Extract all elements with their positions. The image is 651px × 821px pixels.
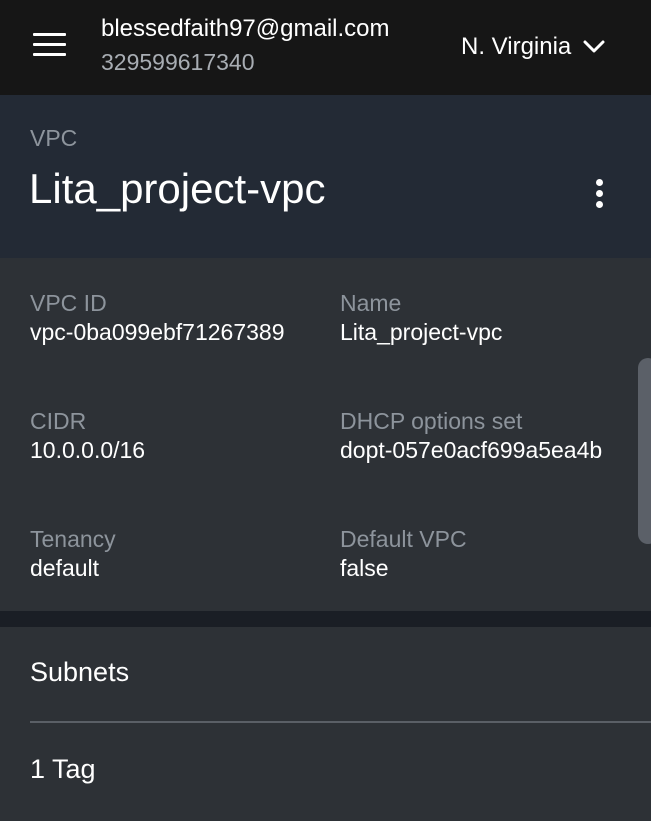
details-panel: VPC ID vpc-0ba099ebf71267389 Name Lita_p… — [0, 258, 651, 611]
dhcp-options-label: DHCP options set — [340, 408, 523, 434]
vpc-id-label: VPC ID — [30, 290, 107, 316]
more-options-icon[interactable] — [590, 177, 610, 211]
tenancy-field: Tenancy default — [30, 524, 315, 583]
tenancy-value: default — [30, 555, 100, 581]
default-vpc-value: false — [340, 555, 389, 581]
tags-section[interactable]: 1 Tag — [30, 754, 96, 785]
account-email: blessedfaith97@gmail.com — [101, 15, 390, 42]
dhcp-options-field: DHCP options set dopt-057e0acf699a5ea4b — [340, 406, 625, 465]
name-label: Name — [340, 290, 402, 316]
section-gap — [0, 611, 651, 627]
default-vpc-field: Default VPC false — [340, 524, 625, 583]
cidr-label: CIDR — [30, 408, 87, 434]
name-field: Name Lita_project-vpc — [340, 288, 625, 347]
account-id: 329599617340 — [101, 49, 255, 75]
vpc-id-field: VPC ID vpc-0ba099ebf71267389 — [30, 288, 315, 347]
top-bar: blessedfaith97@gmail.com 329599617340 N.… — [0, 0, 651, 95]
divider — [30, 721, 651, 723]
resource-type: VPC — [30, 125, 78, 151]
region-selector[interactable]: N. Virginia — [461, 32, 605, 62]
name-value: Lita_project-vpc — [340, 319, 503, 345]
hamburger-menu-icon[interactable] — [30, 30, 70, 60]
cidr-field: CIDR 10.0.0.0/16 — [30, 406, 315, 465]
resource-header: VPC Lita_project-vpc — [0, 95, 651, 258]
tenancy-label: Tenancy — [30, 526, 116, 552]
subnets-section[interactable]: Subnets — [30, 657, 129, 688]
cidr-value: 10.0.0.0/16 — [30, 437, 146, 463]
default-vpc-label: Default VPC — [340, 526, 467, 552]
vpc-id-value: vpc-0ba099ebf71267389 — [30, 319, 285, 345]
region-label: N. Virginia — [461, 33, 572, 60]
scrollbar-handle[interactable] — [638, 358, 651, 544]
dhcp-options-value: dopt-057e0acf699a5ea4b — [340, 437, 603, 463]
page-title: Lita_project-vpc — [29, 165, 326, 212]
chevron-down-icon — [583, 40, 605, 53]
